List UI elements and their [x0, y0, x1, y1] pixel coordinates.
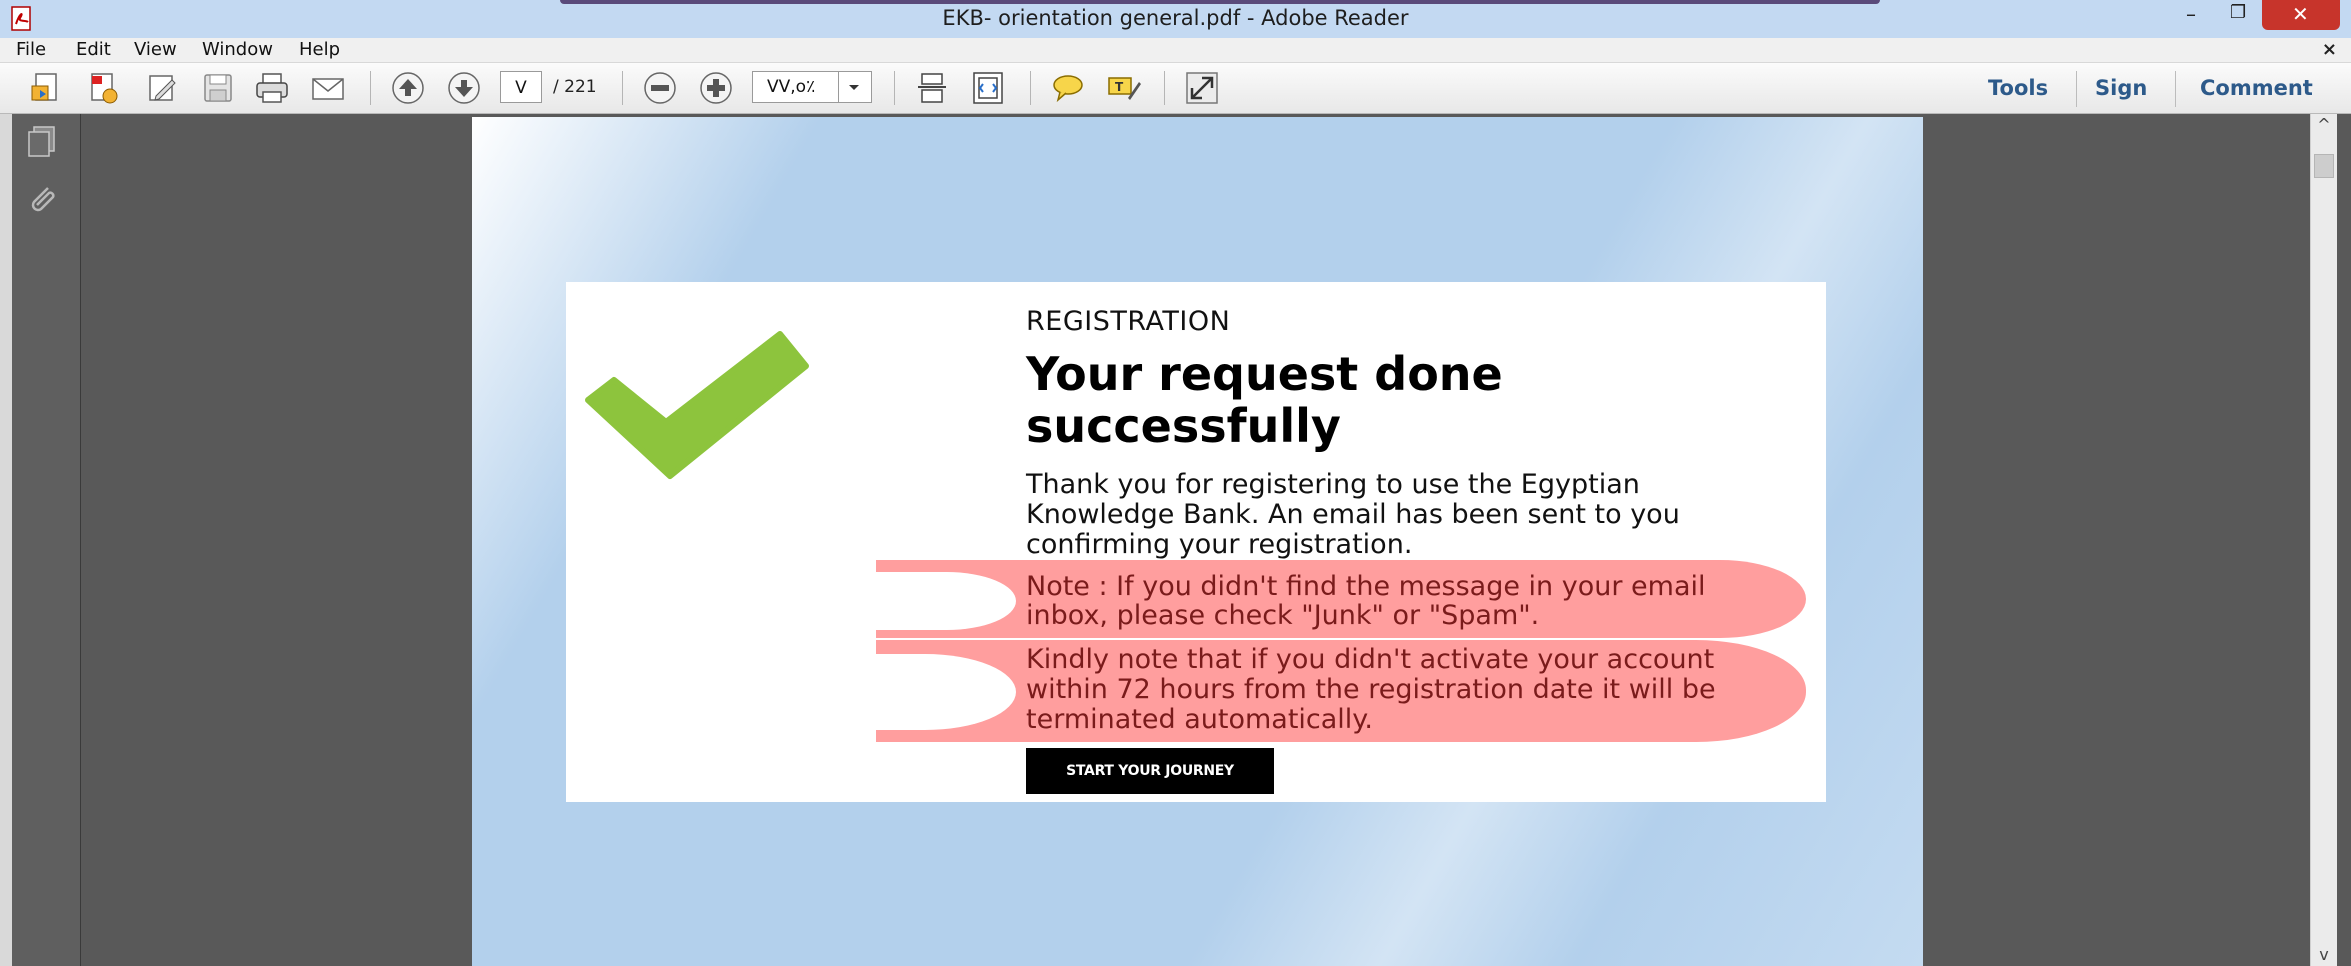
- confirmation-text: Thank you for registering to use the Egy…: [1026, 469, 1680, 560]
- next-page-icon[interactable]: [446, 70, 482, 106]
- zoom-value: VV,o٪: [767, 77, 816, 97]
- tools-pane-button[interactable]: Tools: [1988, 71, 2048, 105]
- toolbar-separator: [2076, 71, 2077, 107]
- zoom-out-icon[interactable]: [642, 70, 678, 106]
- toolbar-separator: [894, 71, 895, 105]
- svg-text:T: T: [1115, 80, 1124, 94]
- title-bar: EKB- orientation general.pdf - Adobe Rea…: [0, 0, 2351, 39]
- success-headline: Your request done successfully: [1026, 347, 1503, 453]
- print-icon[interactable]: [254, 70, 290, 106]
- minimize-icon: –: [2186, 2, 2196, 26]
- fit-page-icon[interactable]: [970, 70, 1006, 106]
- page-thumbnails-icon[interactable]: [24, 122, 60, 158]
- restore-icon: ❐: [2230, 2, 2247, 23]
- zoom-dropdown[interactable]: [838, 72, 871, 102]
- page-total: / 221: [553, 77, 597, 97]
- toolbar-separator: [1164, 71, 1165, 105]
- registration-card: REGISTRATION Your request done successfu…: [566, 282, 1826, 802]
- close-button[interactable]: ✕: [2262, 0, 2340, 30]
- highlight-text-icon[interactable]: T: [1106, 70, 1142, 106]
- full-screen-icon[interactable]: [1184, 70, 1220, 106]
- scroll-down-arrow[interactable]: v: [2311, 944, 2337, 966]
- highlight-gap: [866, 572, 1016, 630]
- scroll-thumb[interactable]: [2314, 154, 2334, 178]
- sign-pane-button[interactable]: Sign: [2095, 71, 2147, 105]
- previous-page-icon[interactable]: [390, 70, 426, 106]
- toolbar: V / 221 VV,o٪ T Tools Sign Comment: [0, 63, 2351, 114]
- edit-pdf-icon[interactable]: [144, 70, 180, 106]
- document-page: REGISTRATION Your request done successfu…: [472, 117, 1923, 966]
- toolbar-separator: [370, 71, 371, 105]
- restore-button[interactable]: ❐: [2216, 0, 2262, 30]
- menu-help[interactable]: Help: [299, 38, 340, 62]
- menu-bar: File Edit View Window Help ×: [0, 38, 2351, 63]
- registration-label: REGISTRATION: [1026, 306, 1231, 337]
- create-pdf-icon[interactable]: [28, 70, 64, 106]
- scrolling-mode-icon[interactable]: [914, 70, 950, 106]
- save-icon[interactable]: [200, 70, 236, 106]
- page-number-input[interactable]: V: [500, 71, 542, 103]
- start-journey-button[interactable]: START YOUR JOURNEY: [1026, 748, 1274, 794]
- menu-edit[interactable]: Edit: [76, 38, 111, 62]
- vertical-scrollbar[interactable]: ^ v: [2310, 114, 2337, 966]
- zoom-in-icon[interactable]: [698, 70, 734, 106]
- navigation-pane: [0, 114, 81, 966]
- close-document-button[interactable]: ×: [2322, 38, 2337, 62]
- spam-folder-note: Note : If you didn't find the message in…: [1026, 571, 1706, 631]
- convert-pdf-icon[interactable]: [86, 70, 122, 106]
- comment-pane-button[interactable]: Comment: [2200, 71, 2313, 105]
- attachments-icon[interactable]: [24, 180, 60, 216]
- toolbar-separator: [2175, 71, 2176, 107]
- email-icon[interactable]: [310, 70, 346, 106]
- checkmark-icon: [585, 331, 809, 479]
- scroll-up-arrow[interactable]: ^: [2311, 114, 2337, 136]
- pane-edge: [0, 114, 12, 966]
- toolbar-separator: [1030, 71, 1031, 105]
- close-icon: ✕: [2292, 2, 2309, 26]
- menu-file[interactable]: File: [16, 38, 46, 62]
- zoom-select[interactable]: VV,o٪: [752, 71, 872, 103]
- navigation-pane-inner: [12, 114, 81, 966]
- activation-deadline-note: Kindly note that if you didn't activate …: [1026, 644, 1716, 735]
- menu-view[interactable]: View: [134, 38, 177, 62]
- minimize-button[interactable]: –: [2170, 0, 2216, 30]
- window-title: EKB- orientation general.pdf - Adobe Rea…: [942, 6, 1409, 30]
- menu-window[interactable]: Window: [202, 38, 273, 62]
- comment-icon[interactable]: [1050, 70, 1086, 106]
- title-decoration: [560, 0, 1880, 4]
- chevron-down-icon: [849, 85, 859, 90]
- toolbar-separator: [622, 71, 623, 105]
